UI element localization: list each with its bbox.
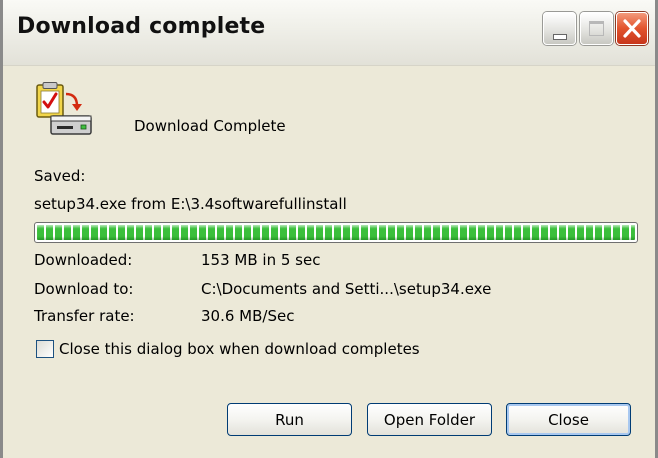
minimize-button[interactable] xyxy=(543,12,576,45)
saved-label: Saved: xyxy=(34,167,86,185)
maximize-button[interactable] xyxy=(580,12,613,45)
transfer-rate-value: 30.6 MB/Sec xyxy=(201,307,295,325)
close-icon xyxy=(623,19,641,38)
download-to-label: Download to: xyxy=(34,280,134,298)
close-on-complete-label[interactable]: Close this dialog box when download comp… xyxy=(59,340,420,358)
downloaded-value: 153 MB in 5 sec xyxy=(201,251,321,269)
maximize-icon xyxy=(589,21,604,36)
download-progress-bar xyxy=(34,222,638,243)
close-on-complete-checkbox[interactable] xyxy=(36,340,54,358)
window-title: Download complete xyxy=(17,14,266,39)
transfer-rate-label: Transfer rate: xyxy=(34,307,135,325)
title-bar[interactable]: Download complete xyxy=(3,0,655,66)
download-source: setup34.exe from E:\3.4softwarefullinsta… xyxy=(34,195,347,213)
download-to-value: C:\Documents and Setti...\setup34.exe xyxy=(201,280,492,298)
open-folder-button[interactable]: Open Folder xyxy=(367,403,492,436)
download-complete-window: Download complete Download Complete Save… xyxy=(0,0,658,458)
close-button[interactable]: Close xyxy=(506,403,631,436)
download-complete-heading: Download Complete xyxy=(134,117,286,135)
progress-bar-fill xyxy=(37,225,635,240)
minimize-icon xyxy=(553,34,567,40)
download-complete-icon xyxy=(36,82,92,135)
run-button[interactable]: Run xyxy=(227,403,352,436)
downloaded-label: Downloaded: xyxy=(34,251,133,269)
close-window-button[interactable] xyxy=(616,12,648,45)
close-on-complete-option[interactable]: Close this dialog box when download comp… xyxy=(36,340,420,358)
